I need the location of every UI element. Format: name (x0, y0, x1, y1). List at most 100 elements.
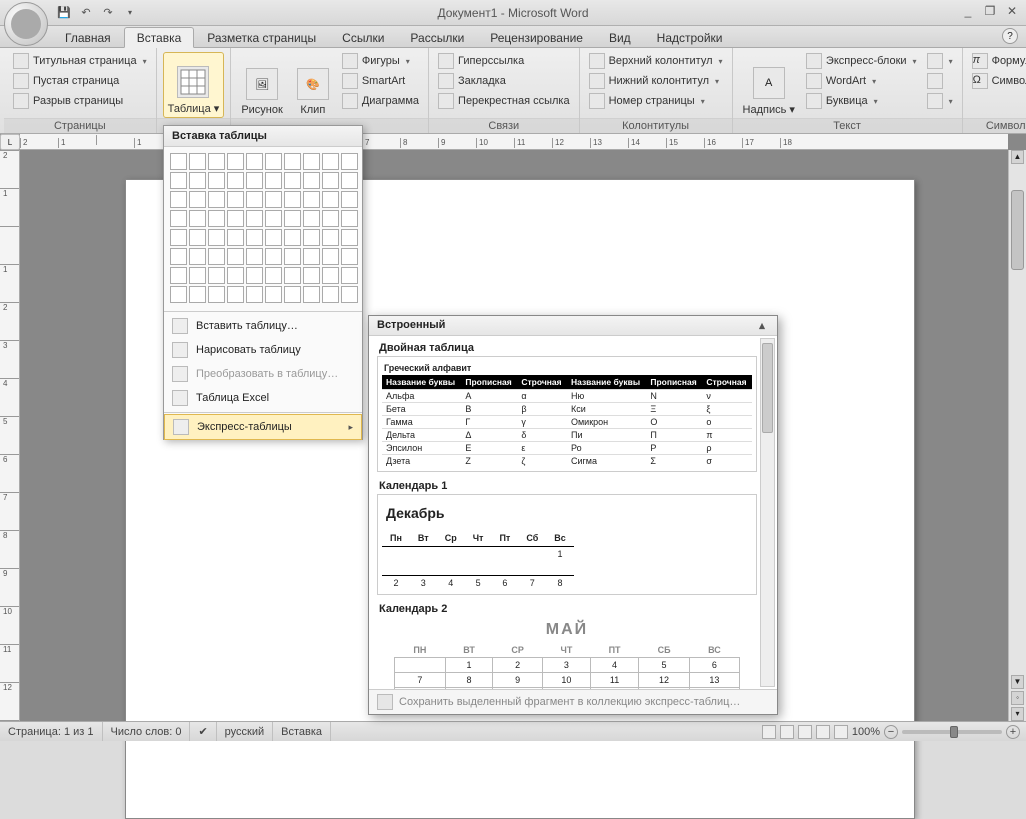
grid-cell[interactable] (208, 191, 225, 208)
grid-cell[interactable] (227, 172, 244, 189)
grid-cell[interactable] (170, 286, 187, 303)
grid-cell[interactable] (303, 172, 320, 189)
grid-cell[interactable] (227, 248, 244, 265)
wordart-button[interactable]: WordArt▾ (803, 72, 920, 90)
cover-page-button[interactable]: Титульная страница▾ (10, 52, 150, 70)
gallery-scroll-up-icon[interactable]: ▴ (755, 319, 769, 332)
grid-cell[interactable] (208, 248, 225, 265)
smartart-button[interactable]: SmartArt (339, 72, 422, 90)
grid-cell[interactable] (246, 153, 263, 170)
grid-cell[interactable] (322, 248, 339, 265)
grid-cell[interactable] (265, 248, 282, 265)
grid-cell[interactable] (189, 248, 206, 265)
save-icon[interactable]: 💾 (54, 3, 74, 23)
grid-cell[interactable] (265, 153, 282, 170)
redo-icon[interactable]: ↷ (98, 3, 118, 23)
grid-cell[interactable] (265, 267, 282, 284)
sample-double-table[interactable]: Греческий алфавит Название буквыПрописна… (377, 356, 757, 472)
grid-cell[interactable] (246, 210, 263, 227)
grid-cell[interactable] (322, 210, 339, 227)
grid-cell[interactable] (227, 191, 244, 208)
grid-cell[interactable] (303, 286, 320, 303)
grid-cell[interactable] (246, 248, 263, 265)
grid-cell[interactable] (170, 248, 187, 265)
grid-cell[interactable] (341, 267, 358, 284)
grid-cell[interactable] (341, 172, 358, 189)
minimize-button[interactable]: _ (960, 4, 976, 18)
page-break-button[interactable]: Разрыв страницы (10, 92, 150, 110)
gallery-footer[interactable]: Сохранить выделенный фрагмент в коллекци… (369, 689, 777, 714)
grid-cell[interactable] (208, 210, 225, 227)
grid-cell[interactable] (341, 191, 358, 208)
next-page-icon[interactable]: ▾ (1011, 707, 1024, 721)
tab-addins[interactable]: Надстройки (644, 27, 736, 47)
grid-cell[interactable] (303, 191, 320, 208)
grid-cell[interactable] (284, 267, 301, 284)
chart-button[interactable]: Диаграмма (339, 92, 422, 110)
view-reading-icon[interactable] (780, 725, 794, 739)
grid-cell[interactable] (303, 153, 320, 170)
grid-cell[interactable] (189, 153, 206, 170)
equation-button[interactable]: πФормула▾ (969, 52, 1026, 70)
textbox-button[interactable]: AНадпись ▾ (739, 52, 799, 118)
grid-cell[interactable] (265, 172, 282, 189)
grid-cell[interactable] (284, 286, 301, 303)
excel-table-item[interactable]: Таблица Excel (164, 386, 362, 410)
grid-cell[interactable] (189, 172, 206, 189)
view-web-icon[interactable] (798, 725, 812, 739)
grid-cell[interactable] (170, 267, 187, 284)
grid-cell[interactable] (189, 191, 206, 208)
sample-cal1[interactable]: Декабрь ПнВтСрЧтПтСбВс12345678 (377, 494, 757, 595)
ruler-corner[interactable]: L (0, 134, 20, 150)
picture-button[interactable]: 🖼Рисунок (237, 52, 287, 118)
zoom-level[interactable]: 100% (852, 726, 880, 738)
grid-cell[interactable] (265, 210, 282, 227)
tab-review[interactable]: Рецензирование (477, 27, 596, 47)
grid-cell[interactable] (227, 229, 244, 246)
grid-cell[interactable] (303, 248, 320, 265)
grid-cell[interactable] (265, 229, 282, 246)
view-draft-icon[interactable] (834, 725, 848, 739)
status-words[interactable]: Число слов: 0 (103, 722, 191, 741)
grid-cell[interactable] (322, 286, 339, 303)
grid-cell[interactable] (170, 191, 187, 208)
clip-button[interactable]: 🎨Клип (291, 52, 335, 118)
object-button[interactable]: ▾ (924, 92, 956, 110)
scroll-thumb[interactable] (1011, 190, 1024, 270)
sample-cal2[interactable]: МАЙ ПНВТСРЧТПТСБВС1234567891011121314151… (377, 617, 757, 690)
gallery-scrollbar[interactable] (760, 338, 775, 687)
grid-cell[interactable] (341, 248, 358, 265)
grid-cell[interactable] (170, 210, 187, 227)
undo-icon[interactable]: ↶ (76, 3, 96, 23)
status-language[interactable]: русский (217, 722, 273, 741)
grid-cell[interactable] (265, 191, 282, 208)
view-outline-icon[interactable] (816, 725, 830, 739)
grid-cell[interactable] (322, 191, 339, 208)
grid-cell[interactable] (284, 172, 301, 189)
grid-cell[interactable] (189, 286, 206, 303)
table-button[interactable]: Таблица ▾ (163, 52, 225, 118)
grid-cell[interactable] (170, 172, 187, 189)
zoom-in-button[interactable]: + (1006, 725, 1020, 739)
grid-cell[interactable] (322, 229, 339, 246)
grid-cell[interactable] (341, 210, 358, 227)
grid-cell[interactable] (170, 153, 187, 170)
draw-table-item[interactable]: Нарисовать таблицу (164, 338, 362, 362)
grid-cell[interactable] (208, 267, 225, 284)
maximize-button[interactable]: ❐ (982, 4, 998, 18)
vertical-scrollbar[interactable]: ▲ ▼ ◦ ▾ (1008, 150, 1026, 721)
datetime-button[interactable] (924, 72, 956, 90)
qat-more-icon[interactable]: ▾ (120, 3, 140, 23)
footer-button[interactable]: Нижний колонтитул▾ (586, 72, 726, 90)
grid-cell[interactable] (189, 210, 206, 227)
grid-cell[interactable] (246, 172, 263, 189)
grid-cell[interactable] (303, 210, 320, 227)
view-print-icon[interactable] (762, 725, 776, 739)
office-button[interactable] (4, 2, 48, 46)
scroll-down-icon[interactable]: ▼ (1011, 675, 1024, 689)
grid-cell[interactable] (246, 267, 263, 284)
grid-cell[interactable] (227, 210, 244, 227)
grid-cell[interactable] (284, 210, 301, 227)
status-mode[interactable]: Вставка (273, 722, 331, 741)
grid-cell[interactable] (227, 153, 244, 170)
